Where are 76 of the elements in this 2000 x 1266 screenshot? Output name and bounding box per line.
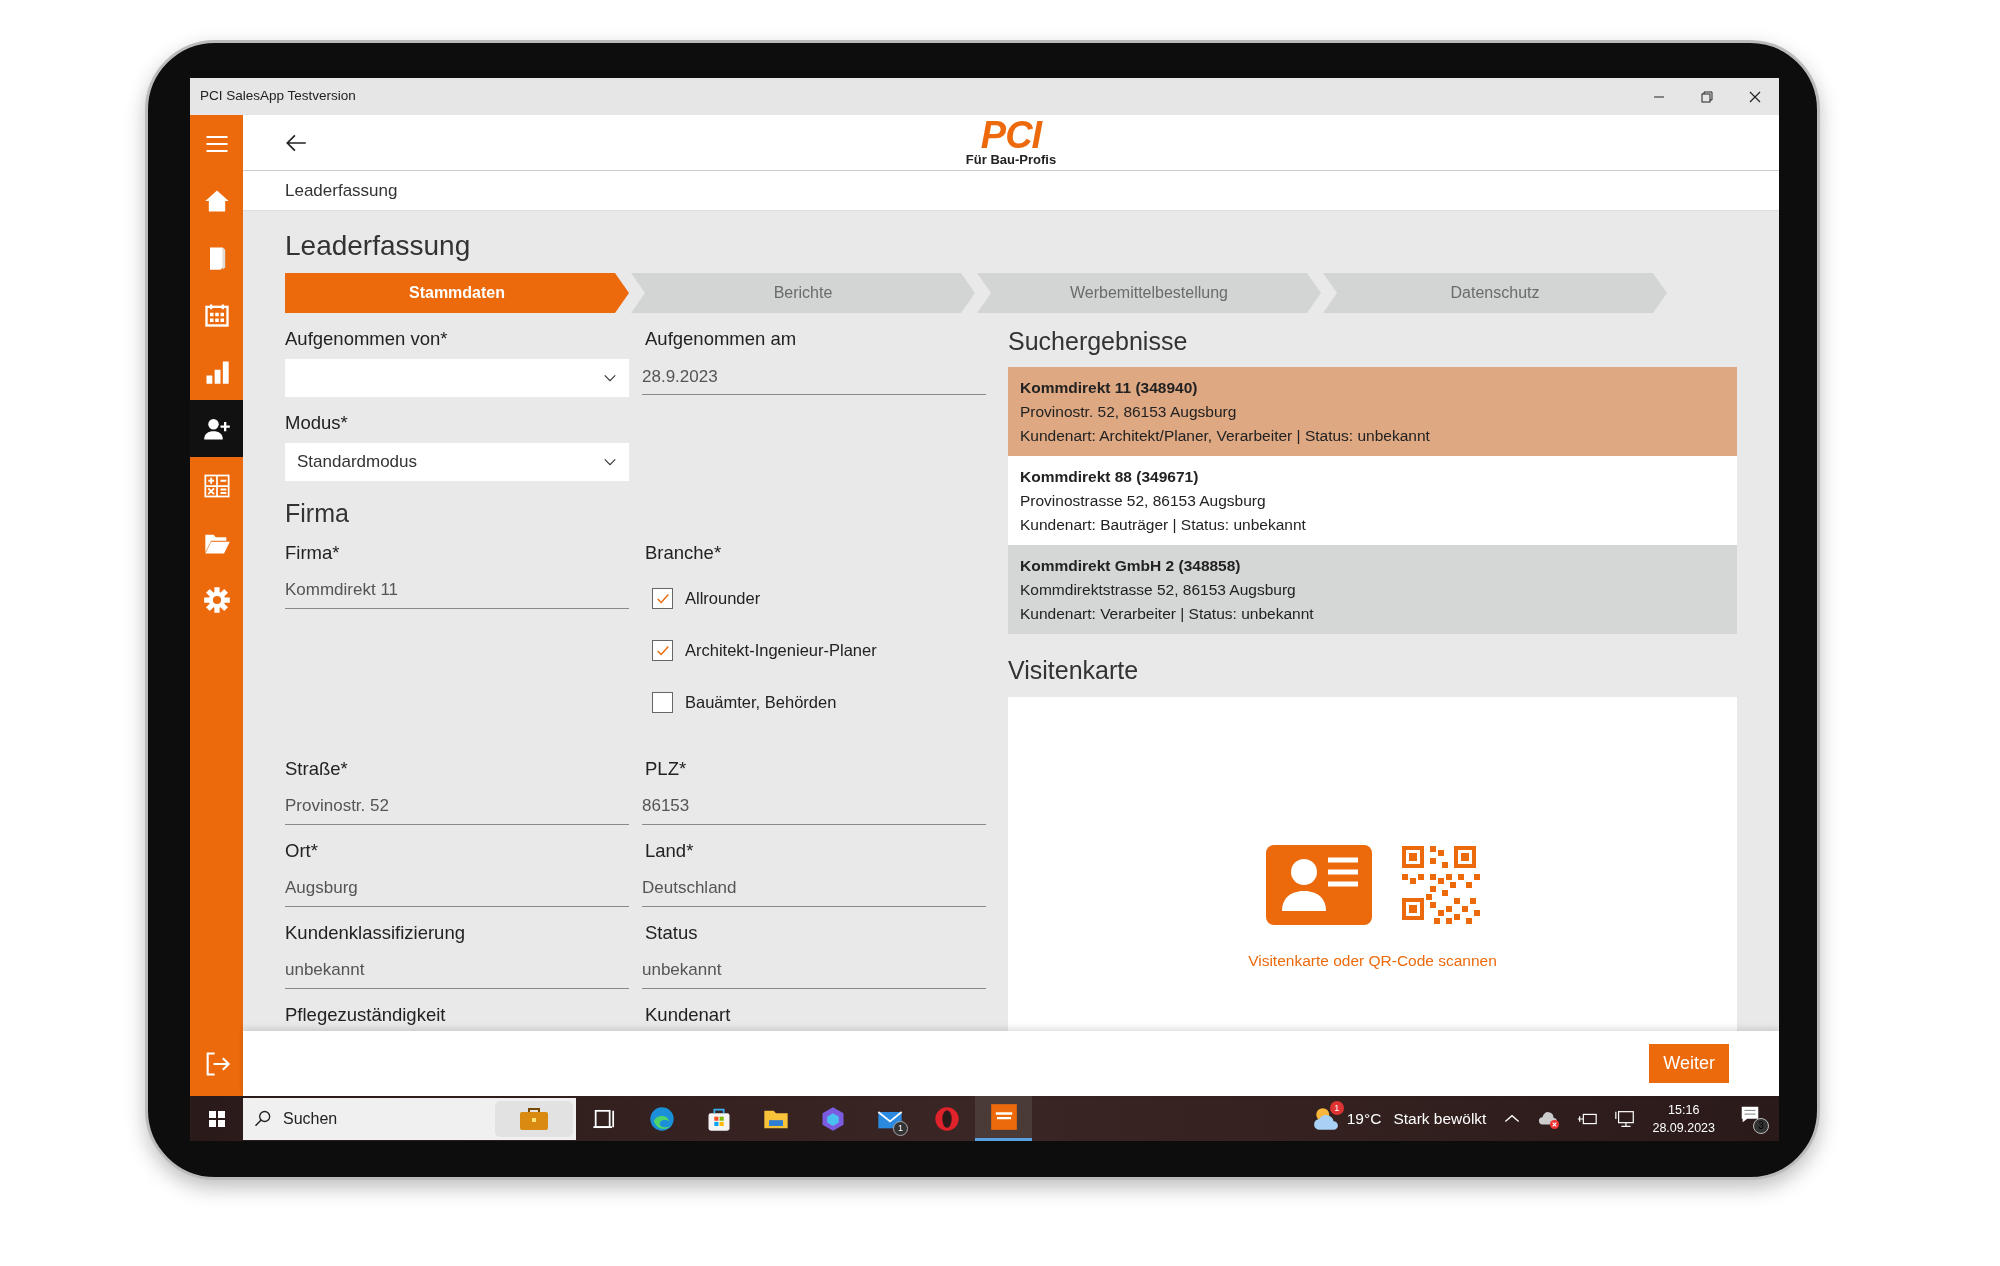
text-field[interactable]: 28.9.2023 (642, 359, 986, 395)
checkbox[interactable] (652, 588, 673, 609)
text-field[interactable]: Augsburg (285, 870, 629, 907)
section-heading: Suchergebnisse (1008, 326, 1189, 357)
checkbox-label: Allrounder (685, 588, 761, 610)
temperature: 19°C (1346, 1108, 1382, 1129)
result-details: Kundenart: Verarbeiter | Status: unbekannt (1020, 603, 1315, 624)
result-address: Kommdirektstrasse 52, 86153 Augsburg (1020, 579, 1297, 600)
windows-logo-icon (207, 1109, 226, 1128)
section-heading: Firma (285, 498, 350, 529)
checkbox[interactable] (652, 640, 673, 661)
cloudy-weather-icon (1312, 1105, 1339, 1132)
clock-time: 15:16 (1668, 1101, 1700, 1119)
field-label: Aufgenommen von* (285, 327, 449, 351)
field-label: Kundenart (645, 1002, 732, 1027)
checkbox-label: Architekt-Ingenieur-Planer (685, 640, 877, 662)
field-label: Ort* (285, 838, 319, 863)
result-details: Kundenart: Architekt/Planer, Verarbeiter | Status: unbekannt (1020, 425, 1431, 446)
ring-app-icon (932, 1104, 961, 1133)
search-result[interactable]: Kommdirekt 11 (348940) Provinostr. 52, 86153 Augsburg Kundenart: Architekt/Planer, Verarbeiter | Status: unbekannt (1008, 366, 1737, 456)
field-label: Straße* (285, 756, 349, 781)
search-icon (253, 1108, 273, 1129)
weather-alert-count: 1 (1329, 1100, 1344, 1115)
business-card-icon[interactable] (1265, 845, 1372, 925)
text-field[interactable]: Deutschland (642, 870, 986, 907)
field-label: Kundenklassifizierung (285, 920, 466, 945)
checkbox[interactable] (652, 692, 673, 713)
text-field[interactable]: Provinostr. 52 (285, 788, 629, 825)
page-title: Leaderfassung (285, 229, 472, 263)
step-tab[interactable]: Werbemittelbestellung (977, 273, 1321, 313)
browser-icon (647, 1104, 676, 1133)
taskbar-app[interactable]: 1 (861, 1096, 918, 1141)
scan-hint: Visitenkarte oder QR-Code scannen (1248, 951, 1497, 971)
window-title: PCI SalesApp Testversion (200, 87, 356, 106)
field-label: Firma* (285, 540, 341, 565)
result-title: Kommdirekt 88 (349671) (1020, 466, 1200, 487)
field-label: Modus* (285, 411, 349, 435)
clock[interactable]: 15:16 28.09.2023 (1652, 1100, 1715, 1137)
result-address: Provinostr. 52, 86153 Augsburg (1020, 401, 1238, 422)
section-heading: Visitenkarte (1008, 654, 1140, 686)
clock-date: 28.09.2023 (1652, 1119, 1715, 1137)
field-label: Pflegezuständigkeit (285, 1002, 447, 1027)
search-input[interactable]: Suchen (281, 1105, 451, 1132)
logo-tagline: Für Bau-Profis (965, 153, 1057, 167)
field-label: Branche* (645, 540, 723, 565)
breadcrumb: Leaderfassung (285, 179, 398, 202)
app-logo-icon (989, 1103, 1018, 1131)
checkbox-label: Bauämter, Behörden (685, 692, 837, 714)
text-field[interactable]: unbekannt (285, 952, 629, 989)
search-result[interactable]: Kommdirekt GmbH 2 (348858) Kommdirektstrasse 52, 86153 Augsburg Kundenart: Verarbeiter | Status: unbekannt (1008, 544, 1737, 634)
taskbar-app[interactable] (975, 1096, 1032, 1141)
step-tab[interactable]: Datenschutz (1323, 273, 1667, 313)
next-button[interactable]: Weiter (1649, 1044, 1729, 1083)
result-title: Kommdirekt GmbH 2 (348858) (1020, 555, 1242, 576)
text-field[interactable]: 86153 (642, 788, 986, 825)
text-field[interactable]: Kommdirekt 11 (285, 572, 629, 609)
search-field[interactable]: Suchen (243, 1097, 576, 1140)
field-label: Aufgenommen am (645, 327, 798, 351)
weather-text: Stark bewölkt (1393, 1108, 1487, 1129)
step-tab[interactable]: Berichte (631, 273, 975, 313)
notification-count: 1 (893, 1121, 908, 1136)
dropdown[interactable]: Standardmodus (285, 443, 629, 481)
qr-code-icon[interactable] (1401, 846, 1480, 924)
text-field[interactable]: unbekannt (642, 952, 986, 989)
sidebar-item[interactable] (190, 400, 243, 457)
result-address: Provinostrasse 52, 86153 Augsburg (1020, 490, 1267, 511)
settings-icon (202, 585, 231, 614)
field-label: Status (645, 920, 699, 945)
field-label: PLZ* (645, 756, 688, 781)
restore-icon[interactable] (1699, 88, 1715, 105)
step-tab[interactable]: Stammdaten (285, 273, 629, 313)
result-details: Kundenart: Bauträger | Status: unbekannt (1020, 514, 1307, 535)
search-result[interactable]: Kommdirekt 88 (349671) Provinostrasse 52, 86153 Augsburg Kundenart: Bauträger | Status: unbekannt (1008, 455, 1737, 545)
logo-text: PCI (980, 117, 1042, 153)
field-label: Land* (645, 838, 695, 863)
result-title: Kommdirekt 11 (348940) (1020, 377, 1199, 398)
